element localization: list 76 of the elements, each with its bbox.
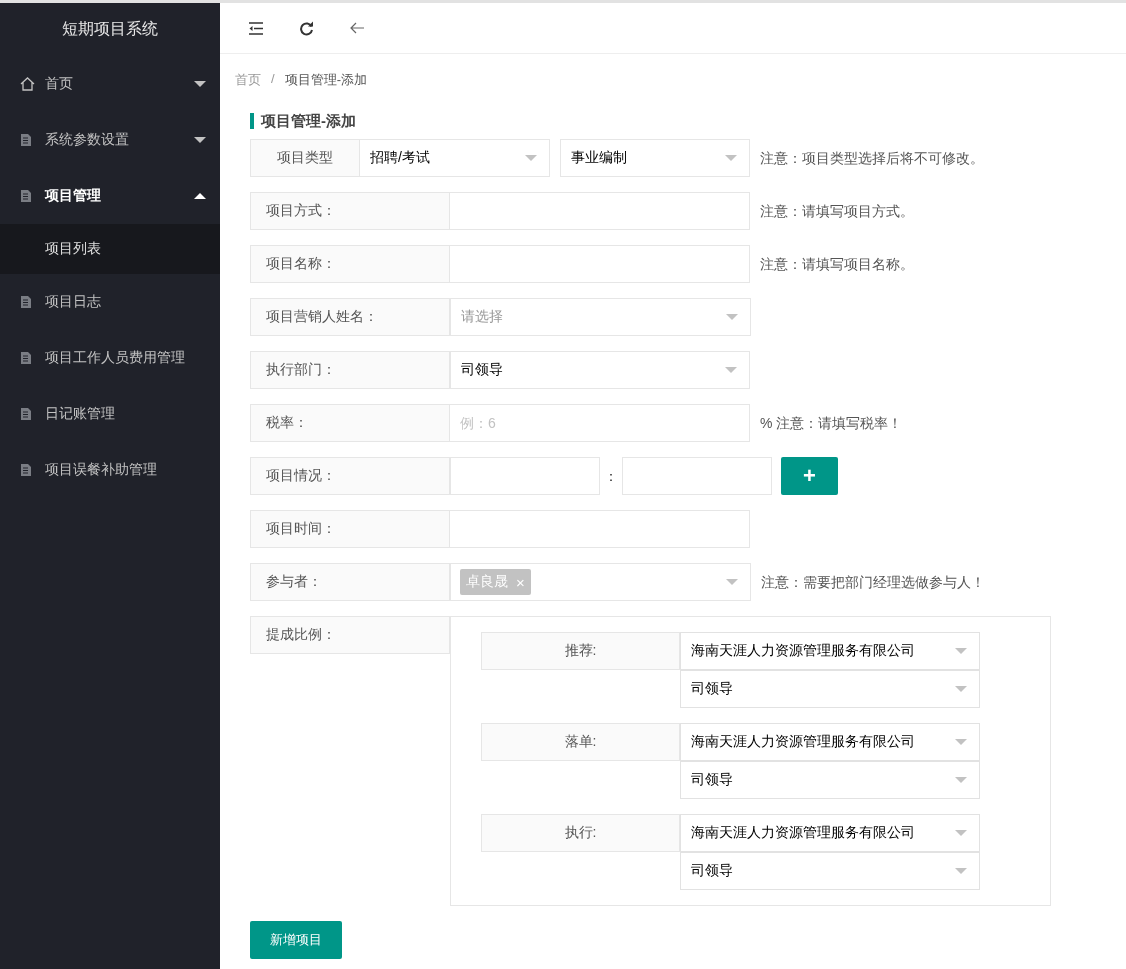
select-field[interactable]: 事业编制 [560, 139, 750, 177]
add-button[interactable]: + [781, 457, 838, 495]
hint-text: 注意：请填写项目方式。 [760, 202, 914, 221]
hint-text: 注意：请填写项目名称。 [760, 255, 914, 274]
menu-fold-icon[interactable] [248, 21, 264, 35]
document-icon [20, 190, 31, 202]
document-icon [20, 464, 31, 476]
select-field[interactable]: 招聘/考试 [360, 139, 550, 177]
caret-icon [955, 868, 967, 874]
caret-icon [525, 155, 537, 161]
sidebar-item-label: 项目日志 [45, 293, 102, 311]
home-icon [20, 77, 35, 91]
document-icon [20, 296, 31, 308]
separator-colon: ： [603, 467, 619, 486]
select-field[interactable]: 司领导 [680, 761, 980, 799]
document-icon [20, 352, 31, 364]
submit-button[interactable]: 新增项目 [250, 921, 342, 959]
hint-text: % 注意：请填写税率！ [760, 414, 903, 433]
caret-icon [955, 739, 967, 745]
sidebar-item[interactable]: 系统参数设置 [0, 112, 220, 168]
caret-icon [725, 367, 737, 373]
field-label: 项目方式： [250, 192, 450, 230]
sidebar-item-label: 项目工作人员费用管理 [45, 349, 186, 367]
sidebar-item[interactable]: 项目管理 [0, 168, 220, 224]
hint-text: 注意：需要把部门经理选做参与人！ [761, 573, 985, 592]
caret-icon [955, 648, 967, 654]
field-label: 参与者： [250, 563, 450, 601]
breadcrumb-separator: / [271, 71, 275, 88]
breadcrumb-current: 项目管理-添加 [284, 71, 367, 89]
field-label: 落单: [481, 723, 680, 761]
sidebar-item-label: 首页 [45, 75, 74, 93]
sidebar-item[interactable]: 日记账管理 [0, 386, 220, 442]
caret-icon [955, 830, 967, 836]
caret-icon [955, 777, 967, 783]
field-label: 项目营销人姓名： [250, 298, 450, 336]
field-label: 税率： [250, 404, 450, 442]
select-field[interactable]: 司领导 [680, 670, 980, 708]
submenu-item[interactable]: 项目列表 [0, 224, 220, 274]
field-label: 项目类型 [250, 139, 360, 177]
select-field[interactable]: 司领导 [680, 852, 980, 890]
field-label: 执行: [481, 814, 680, 852]
select-field[interactable]: 海南天涯人力资源管理服务有限公司 [680, 723, 980, 761]
document-icon [20, 134, 31, 146]
sidebar-item-label: 日记账管理 [45, 405, 116, 423]
sidebar-item[interactable]: 项目日志 [0, 274, 220, 330]
caret-icon [955, 686, 967, 692]
caret-icon [726, 314, 738, 320]
sidebar-item-label: 系统参数设置 [45, 131, 130, 149]
caret-icon [725, 155, 737, 161]
text-input[interactable] [450, 245, 750, 283]
select-field[interactable]: 海南天涯人力资源管理服务有限公司 [680, 814, 980, 852]
sidebar-item-label: 项目管理 [45, 187, 102, 205]
text-input[interactable] [450, 457, 600, 495]
text-input[interactable]: 例：6 [450, 404, 750, 442]
field-label: 项目情况： [250, 457, 450, 495]
field-label: 执行部门： [250, 351, 450, 389]
select-field[interactable]: 海南天涯人力资源管理服务有限公司 [680, 632, 980, 670]
sidebar-item[interactable]: 项目工作人员费用管理 [0, 330, 220, 386]
back-arrow-icon[interactable] [349, 22, 365, 34]
sidebar-item[interactable]: 首页 [0, 56, 220, 112]
sidebar-item[interactable]: 项目误餐补助管理 [0, 442, 220, 498]
caret-icon [726, 579, 738, 585]
text-input[interactable] [622, 457, 772, 495]
sidebar-item-label: 项目误餐补助管理 [45, 461, 158, 479]
refresh-icon[interactable] [299, 20, 314, 36]
text-input[interactable] [450, 510, 750, 548]
field-label: 项目名称： [250, 245, 450, 283]
field-label: 提成比例： [250, 616, 450, 654]
hint-text: 注意：项目类型选择后将不可修改。 [760, 149, 984, 168]
document-icon [20, 408, 31, 420]
app-title: 短期项目系统 [61, 19, 159, 39]
text-input[interactable] [450, 192, 750, 230]
field-label: 项目时间： [250, 510, 450, 548]
form-title: 项目管理-添加 [250, 113, 356, 129]
field-label: 推荐: [481, 632, 680, 670]
select-field[interactable]: 司领导 [450, 351, 750, 389]
